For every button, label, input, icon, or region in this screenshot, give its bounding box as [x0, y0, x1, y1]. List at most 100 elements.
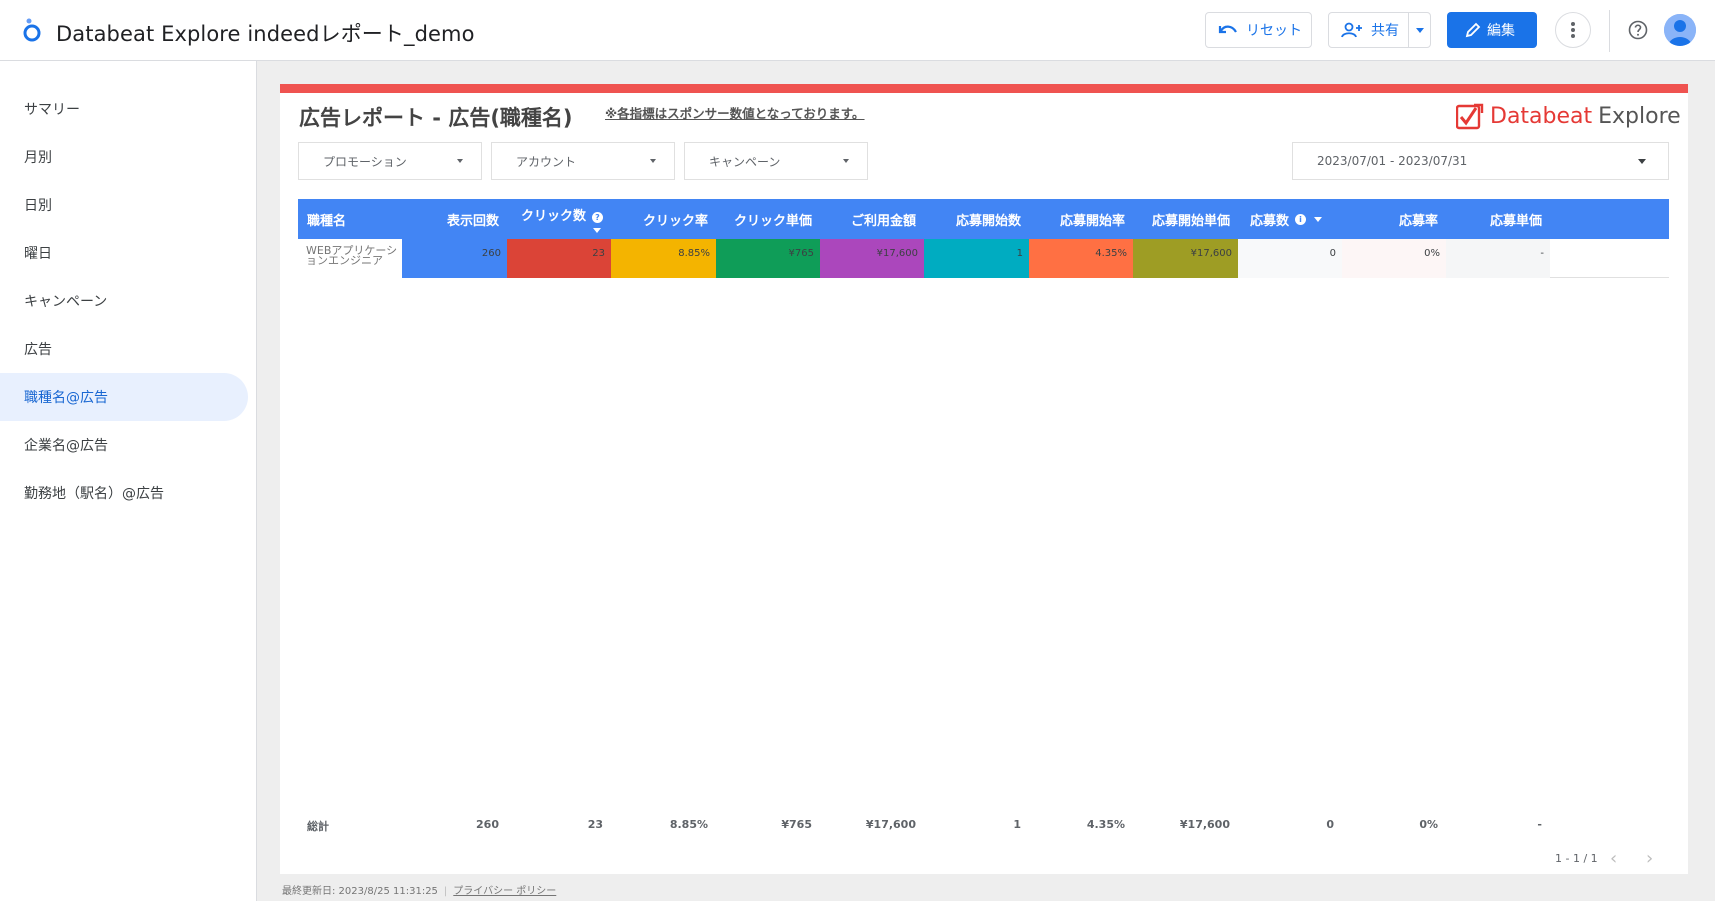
- account-filter[interactable]: アカウント: [491, 142, 675, 180]
- table-cell-apply-rate: 0%: [1342, 239, 1446, 278]
- column-header-top: クリック数?: [521, 205, 603, 224]
- help-info-icon[interactable]: ?: [592, 212, 603, 223]
- looker-studio-logo-icon[interactable]: [20, 16, 44, 44]
- nav-item-weekday[interactable]: 曜日: [0, 229, 248, 277]
- table-cell-clicks: 23: [507, 239, 611, 278]
- next-page-button[interactable]: ›: [1646, 848, 1653, 869]
- column-header-apply-start-rate[interactable]: 応募開始率: [1029, 199, 1133, 239]
- totals-cell-applies: 0: [1326, 818, 1334, 831]
- nav-item-company-ad[interactable]: 企業名@広告: [0, 421, 248, 469]
- account-filter-label: アカウント: [516, 154, 577, 169]
- column-header-cost-per-apply[interactable]: 応募単価: [1446, 199, 1550, 239]
- top-app-bar: Databeat Explore indeedレポート_demo リセット 共有…: [0, 0, 1715, 61]
- report-page: 広告レポート - 広告(職種名) ※各指標はスポンサー数値となっております。 D…: [280, 84, 1688, 874]
- nav-item-campaign[interactable]: キャンペーン: [0, 277, 248, 325]
- column-header-ctr[interactable]: クリック率: [611, 199, 716, 239]
- nav-item-location-ad[interactable]: 勤務地（駅名）@広告: [0, 469, 248, 517]
- column-header-apply-starts[interactable]: 応募開始数: [924, 199, 1029, 239]
- dropdown-arrow-icon: [650, 159, 656, 163]
- column-header-applies[interactable]: 応募数 i: [1238, 199, 1342, 239]
- nav-item-job-title-ad[interactable]: 職種名@広告: [0, 373, 248, 421]
- table-row[interactable]: WEBアプリケーションエンジニア 260 23 8.85% ¥765 ¥17,600 1 4.…: [298, 239, 1669, 278]
- edit-label: 編集: [1487, 23, 1515, 39]
- promotion-filter-label: プロモーション: [323, 154, 407, 169]
- column-header-cpc[interactable]: クリック単価: [716, 199, 820, 239]
- account-avatar[interactable]: [1664, 14, 1696, 46]
- column-header-label: 表示回数: [446, 213, 499, 229]
- column-header-label: 応募開始数: [955, 213, 1021, 229]
- brand-suffix: Explore: [1598, 103, 1681, 129]
- dropdown-arrow-icon: [457, 159, 463, 163]
- totals-cell-cost: ¥17,600: [865, 818, 916, 831]
- dropdown-arrow-icon: [843, 159, 849, 163]
- report-note: ※各指標はスポンサー数値となっております。: [605, 106, 865, 121]
- table-cell-cost-per-apply-start: ¥17,600: [1133, 239, 1238, 278]
- share-button[interactable]: 共有: [1328, 12, 1431, 48]
- table-cell-impressions: 260: [402, 239, 507, 278]
- table-cell-ctr: 8.85%: [611, 239, 716, 278]
- table-cell-cost-per-apply: -: [1446, 239, 1550, 278]
- column-header-label: 応募率: [1398, 213, 1438, 229]
- date-range-picker[interactable]: 2023/07/01 - 2023/07/31: [1292, 142, 1669, 180]
- footer-divider: |: [443, 886, 448, 897]
- campaign-filter-label: キャンペーン: [709, 154, 781, 169]
- table-cell-cpc: ¥765: [716, 239, 820, 278]
- more-options-button[interactable]: [1555, 12, 1591, 48]
- totals-cell-cost-per-apply: -: [1537, 818, 1542, 831]
- column-header-label: 応募開始単価: [1151, 213, 1230, 229]
- pagination-status: 1 - 1 / 1: [1555, 852, 1598, 865]
- page-navigation: サマリー 月別 日別 曜日 キャンペーン 広告 職種名@広告 企業名@広告 勤務…: [0, 61, 257, 901]
- info-icon[interactable]: i: [1295, 213, 1306, 225]
- reset-button[interactable]: リセット: [1205, 12, 1312, 48]
- nav-item-daily[interactable]: 日別: [0, 181, 248, 229]
- more-vert-icon: [1571, 22, 1575, 38]
- nav-item-ad[interactable]: 広告: [0, 325, 248, 373]
- promotion-filter[interactable]: プロモーション: [298, 142, 482, 180]
- column-header-label: クリック率: [642, 213, 708, 229]
- campaign-filter[interactable]: キャンペーン: [684, 142, 868, 180]
- person-icon: [1664, 14, 1696, 46]
- column-header-job-title[interactable]: 職種名: [298, 199, 402, 239]
- column-header-label: クリック数: [520, 209, 586, 224]
- caret-down-icon: [1415, 27, 1424, 33]
- table-header-row: 職種名 表示回数 クリック数? クリック率 クリック単価 ご利用金額 応募開始数 応募開始率 応…: [298, 199, 1669, 239]
- column-header-label: 応募開始率: [1059, 213, 1125, 229]
- share-main[interactable]: 共有: [1329, 13, 1410, 47]
- table-cell-apply-start-rate: 4.35%: [1029, 239, 1133, 278]
- privacy-policy-link[interactable]: プライバシー ポリシー: [453, 886, 556, 897]
- sort-desc-icon[interactable]: [1314, 216, 1322, 222]
- databeat-logo-text: Databeat Explore: [1490, 104, 1681, 129]
- totals-cell-cost-per-apply-start: ¥17,600: [1179, 818, 1230, 831]
- column-header-clicks[interactable]: クリック数?: [507, 199, 611, 239]
- totals-cell-ctr: 8.85%: [669, 818, 708, 831]
- report-header-bar: [280, 84, 1688, 93]
- pencil-icon: [1465, 22, 1481, 38]
- help-button[interactable]: [1624, 16, 1652, 44]
- share-label: 共有: [1371, 23, 1399, 39]
- column-header-label: 職種名: [307, 213, 347, 229]
- dropdown-arrow-icon: [1638, 159, 1646, 164]
- column-header-label: 応募数: [1249, 213, 1289, 229]
- column-header-label: 応募単価: [1489, 213, 1542, 229]
- column-header-stack: クリック数?: [521, 205, 603, 233]
- column-header-cost-per-apply-start[interactable]: 応募開始単価: [1133, 199, 1238, 239]
- edit-button[interactable]: 編集: [1447, 12, 1537, 48]
- share-dropdown[interactable]: [1409, 27, 1430, 33]
- totals-cell-apply-rate: 0%: [1419, 818, 1438, 831]
- databeat-logo: Databeat Explore: [1456, 102, 1681, 130]
- nav-item-monthly[interactable]: 月別: [0, 133, 248, 181]
- column-header-impressions[interactable]: 表示回数: [402, 199, 507, 239]
- totals-cell-clicks: 23: [587, 818, 603, 831]
- column-header-cost[interactable]: ご利用金額: [820, 199, 924, 239]
- table-totals-row: 総計 260 23 8.85% ¥765 ¥17,600 1 4.35% ¥17,600 0 0% -: [298, 818, 1669, 838]
- column-header-label: クリック単価: [733, 213, 812, 229]
- prev-page-button[interactable]: ‹: [1610, 848, 1617, 869]
- table-cell-cost: ¥17,600: [820, 239, 924, 278]
- totals-cell-apply-starts: 1: [1013, 818, 1021, 831]
- totals-cell-cpc: ¥765: [781, 818, 812, 831]
- sort-desc-icon[interactable]: [593, 228, 601, 233]
- column-header-apply-rate[interactable]: 応募率: [1342, 199, 1446, 239]
- table-cell-job-title: WEBアプリケーションエンジニア: [298, 239, 402, 278]
- report-title[interactable]: Databeat Explore indeedレポート_demo: [56, 18, 475, 48]
- nav-item-summary[interactable]: サマリー: [0, 85, 248, 133]
